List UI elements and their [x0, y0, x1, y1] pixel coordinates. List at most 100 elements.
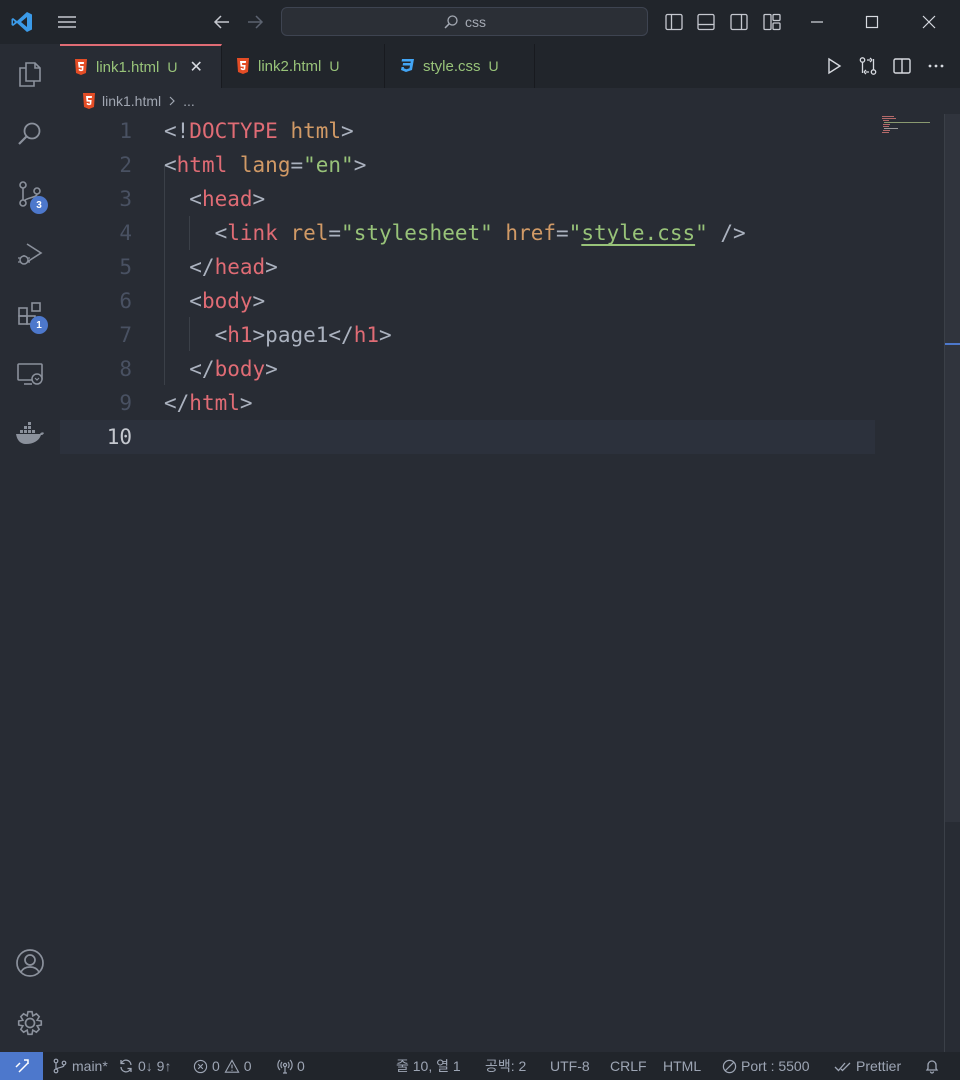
line-number: 6 — [119, 289, 132, 313]
search-text: css — [465, 13, 486, 30]
explorer-button[interactable] — [0, 48, 60, 100]
tab-style-css[interactable]: style.css U — [385, 44, 535, 88]
scrollbar-cursor-marker — [945, 343, 960, 345]
accounts-button[interactable] — [0, 937, 60, 989]
docker-button[interactable] — [0, 408, 60, 460]
end-of-line-status[interactable]: CRLF — [610, 1052, 647, 1080]
html5-file-icon — [75, 59, 87, 75]
notifications-button[interactable] — [924, 1052, 940, 1080]
problems-status[interactable]: 0 0 — [193, 1052, 252, 1080]
minimap[interactable] — [882, 116, 932, 136]
close-window-button[interactable] — [907, 0, 951, 44]
code-line[interactable]: 8 </body> — [60, 352, 875, 386]
code-text: <body> — [164, 284, 265, 318]
code-token: html — [189, 391, 240, 415]
menu-icon[interactable] — [56, 12, 78, 32]
run-debug-button[interactable] — [0, 228, 60, 280]
code-editor[interactable]: 1 <!DOCTYPE html> 2 <html lang="en"> 3 <head… — [60, 114, 944, 1052]
code-line[interactable]: 1 <!DOCTYPE html> — [60, 114, 875, 148]
files-icon — [19, 62, 41, 87]
code-token: < — [164, 187, 202, 211]
code-token: < — [164, 221, 228, 245]
tab-link1-html[interactable]: link1.html U ✕ — [60, 44, 222, 88]
line-number: 8 — [119, 357, 132, 381]
breadcrumb: link1.html ... — [60, 88, 940, 114]
git-sync-status[interactable]: 0↓ 9↑ — [118, 1052, 171, 1080]
code-line[interactable]: 3 <head> — [60, 182, 875, 216]
code-token: " — [695, 221, 708, 245]
breadcrumb-more[interactable]: ... — [183, 93, 195, 109]
code-line[interactable]: 5 </head> — [60, 250, 875, 284]
code-token: = — [328, 221, 342, 245]
breadcrumb-file[interactable]: link1.html — [102, 93, 161, 109]
search-view-button[interactable] — [0, 108, 60, 160]
code-line[interactable]: 6 <body> — [60, 284, 875, 318]
prettier-label: Prettier — [856, 1058, 902, 1074]
customize-layout-icon[interactable] — [762, 12, 782, 32]
toggle-panel-icon[interactable] — [696, 12, 716, 32]
maximize-button[interactable] — [850, 0, 894, 44]
more-actions-icon[interactable] — [926, 56, 946, 76]
live-server-status[interactable]: Port : 5500 — [722, 1052, 810, 1080]
vscode-logo-icon[interactable] — [10, 10, 34, 34]
scrollbar-thumb[interactable] — [945, 114, 960, 822]
cursor-position[interactable]: 줄 10, 열 1 — [396, 1052, 461, 1080]
language-mode[interactable]: HTML — [663, 1052, 701, 1080]
command-center-search[interactable]: css — [281, 7, 648, 36]
vertical-scrollbar[interactable] — [944, 114, 960, 1052]
code-token: </ — [164, 391, 190, 415]
manage-settings-button[interactable] — [0, 997, 60, 1049]
remote-indicator-button[interactable] — [0, 1052, 43, 1080]
back-arrow-icon[interactable] — [211, 11, 233, 33]
toggle-primary-sidebar-icon[interactable] — [664, 12, 684, 32]
minimize-icon — [811, 21, 823, 23]
minimize-button[interactable] — [795, 0, 839, 44]
toggle-secondary-sidebar-icon[interactable] — [729, 12, 749, 32]
sync-counts: 0↓ 9↑ — [138, 1058, 172, 1074]
untracked-status: U — [167, 59, 178, 75]
code-token: </ — [328, 323, 354, 347]
code-token: h1 — [227, 323, 253, 347]
error-count: 0 — [212, 1058, 220, 1074]
tab-link2-html[interactable]: link2.html U — [222, 44, 385, 88]
git-branch-status[interactable]: main* — [52, 1052, 108, 1080]
source-control-button[interactable]: 3 — [0, 168, 60, 220]
remote-explorer-button[interactable] — [0, 348, 60, 400]
forward-arrow-icon[interactable] — [244, 11, 266, 33]
code-text: </head> — [164, 250, 278, 284]
code-line[interactable]: 2 <html lang="en"> — [60, 148, 875, 182]
indentation-status[interactable]: 공백: 2 — [485, 1052, 526, 1080]
code-token: head — [214, 255, 266, 279]
line-number: 7 — [119, 323, 132, 347]
tab-label: link2.html — [258, 57, 322, 75]
prettier-status[interactable]: Prettier — [834, 1052, 901, 1080]
extensions-badge: 1 — [30, 316, 48, 334]
code-token: head — [201, 187, 253, 211]
code-line[interactable]: 10 — [60, 420, 875, 454]
extensions-button[interactable]: 1 — [0, 288, 60, 340]
code-token: "stylesheet" — [341, 221, 493, 245]
split-editor-icon[interactable] — [892, 56, 912, 76]
line-number: 4 — [119, 221, 132, 245]
line-number: 1 — [119, 119, 132, 143]
editor-tab-bar: link1.html U ✕ link2.html U style.css U — [60, 44, 960, 88]
code-token[interactable]: style.css — [581, 221, 695, 245]
open-changes-icon[interactable] — [858, 56, 878, 76]
remote-icon — [14, 1059, 29, 1073]
css3-file-icon — [401, 59, 414, 72]
ports-status[interactable]: 0 — [277, 1052, 305, 1080]
code-token: DOCTYPE — [189, 119, 278, 143]
editor-actions — [824, 56, 946, 76]
untracked-status: U — [488, 58, 499, 74]
title-bar: css — [0, 0, 960, 44]
code-line[interactable]: 4 <link rel="stylesheet" href="style.css… — [60, 216, 875, 250]
encoding-status[interactable]: UTF-8 — [550, 1052, 590, 1080]
git-branch-icon — [53, 1058, 67, 1074]
run-icon[interactable] — [824, 56, 844, 76]
code-line[interactable]: 7 <h1>page1</h1> — [60, 318, 875, 352]
line-number: 10 — [106, 425, 132, 449]
code-token: < — [164, 323, 228, 347]
code-line[interactable]: 9 </html> — [60, 386, 875, 420]
close-tab-icon[interactable]: ✕ — [189, 57, 202, 77]
